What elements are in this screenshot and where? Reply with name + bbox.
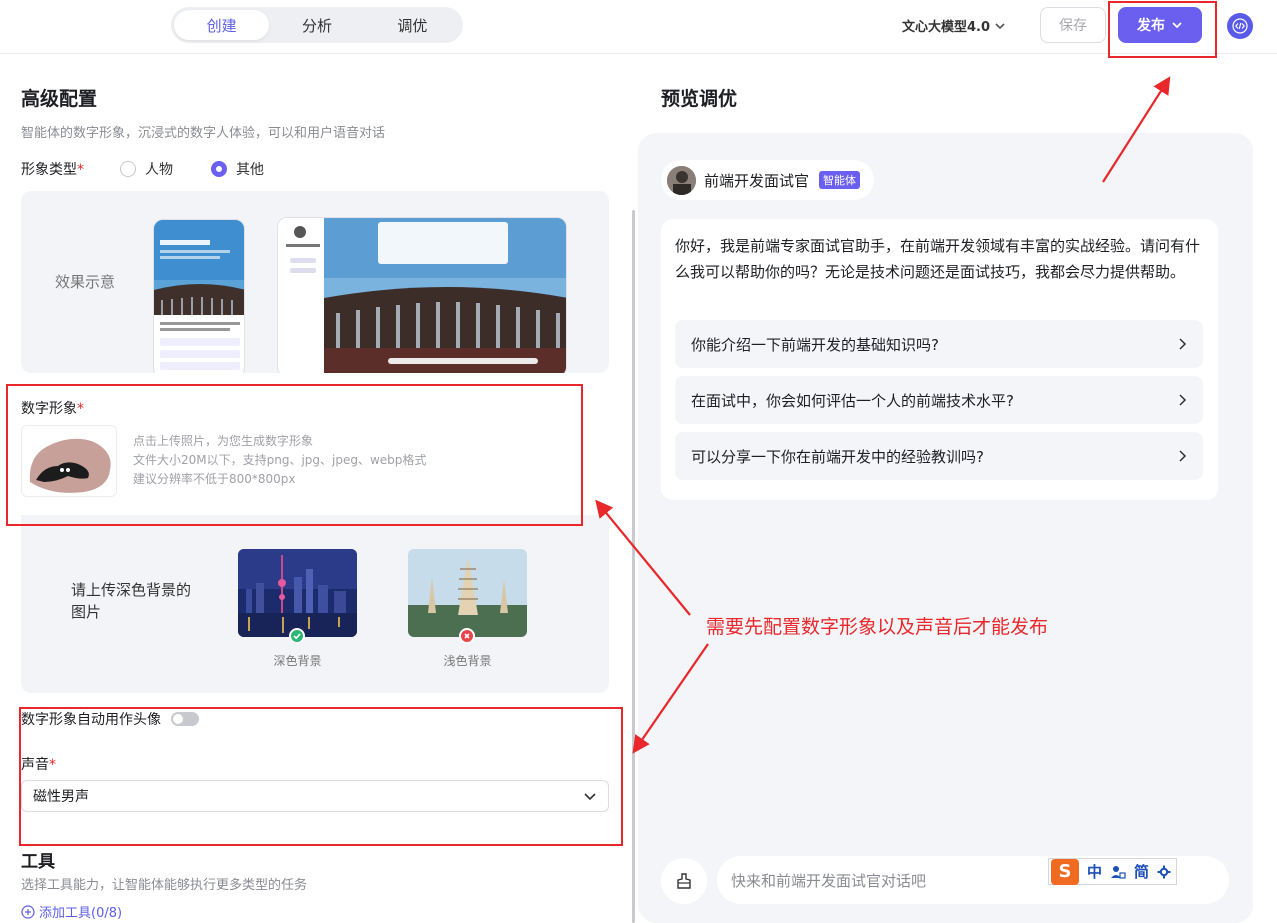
upload-tip-line: 文件大小20M以下，支持png、jpg、jpeg、webp格式 <box>133 453 427 467</box>
config-subtitle: 智能体的数字形象，沉浸式的数字人体验，可以和用户语音对话 <box>21 126 386 141</box>
code-embed-button[interactable] <box>1227 13 1253 39</box>
agent-chip[interactable]: 前端开发面试官 智能体 <box>661 160 875 200</box>
voice-label-text: 声音 <box>21 757 49 773</box>
radio-person-label: 人物 <box>145 162 173 178</box>
tab-analyze[interactable]: 分析 <box>269 10 364 40</box>
dark-bg-caption: 深色背景 <box>273 654 322 668</box>
code-icon <box>1232 18 1248 34</box>
bg-hint: 请上传深色背景的图片 <box>71 581 192 621</box>
required-mark: * <box>77 162 84 178</box>
auto-avatar-label: 数字形象自动用作头像 <box>21 712 161 728</box>
type-label: 形象类型* <box>21 159 84 179</box>
voice-label: 声音* <box>21 754 56 774</box>
clear-chat-button[interactable] <box>661 858 707 904</box>
tab-tune[interactable]: 调优 <box>365 10 460 40</box>
avatar <box>667 165 696 195</box>
config-title: 高级配置 <box>21 88 98 110</box>
background-guide-card: 请上传深色背景的图片 深色背景 浅色背景 <box>21 515 609 693</box>
auto-avatar-toggle[interactable] <box>171 712 199 726</box>
tools-subtitle: 选择工具能力，让智能体能够执行更多类型的任务 <box>21 878 308 893</box>
chat-message-card: 你好，我是前端专家面试官助手，在前端开发领域有丰富的实战经验。请问有什么我可以帮… <box>661 219 1218 500</box>
agent-name: 前端开发面试官 <box>704 171 810 190</box>
mode-tabs: 创建 分析 调优 <box>171 7 463 43</box>
ime-toolbar[interactable]: S 中 简 <box>1048 858 1177 885</box>
digital-label: 数字形象* <box>21 398 84 418</box>
save-button[interactable]: 保存 <box>1040 7 1106 43</box>
ime-logo-icon: S <box>1051 858 1079 885</box>
tools-title: 工具 <box>21 852 55 872</box>
radio-other-label: 其他 <box>236 162 264 178</box>
demo-label: 效果示意 <box>55 273 116 291</box>
ime-user-icon[interactable] <box>1110 864 1126 880</box>
radio-other[interactable]: 其他 <box>211 159 264 179</box>
radio-person[interactable]: 人物 <box>120 159 173 179</box>
voice-value: 磁性男声 <box>33 789 89 805</box>
upload-tip-line: 点击上传照片，为您生成数字形象 <box>133 434 314 448</box>
required-mark: * <box>77 401 84 417</box>
publish-label: 发布 <box>1137 18 1165 34</box>
suggestion-text: 你能介绍一下前端开发的基础知识吗? <box>691 335 939 354</box>
radio-circle <box>120 161 136 177</box>
demo-preview-card: 效果示意 <box>21 191 609 373</box>
close-icon <box>459 628 475 644</box>
agent-tag: 智能体 <box>819 171 861 189</box>
radio-circle-selected <box>211 161 227 177</box>
chevron-down-icon <box>1172 22 1182 29</box>
voice-select[interactable]: 磁性男声 <box>21 780 609 812</box>
dark-bg-example <box>238 549 357 637</box>
light-bg-caption: 浅色背景 <box>443 654 492 668</box>
top-bar: 创建 分析 调优 文心大模型4.0 保存 发布 <box>0 0 1277 54</box>
required-mark: * <box>49 757 56 773</box>
ime-simplified-label[interactable]: 简 <box>1134 861 1149 882</box>
suggestion-item[interactable]: 在面试中，你会如何评估一个人的前端技术水平? <box>675 376 1203 424</box>
add-tool-label: 添加工具(0/8) <box>39 906 123 921</box>
annotation-text: 需要先配置数字形象以及声音后才能发布 <box>706 616 1049 638</box>
auto-avatar-row: 数字形象自动用作头像 <box>21 709 199 729</box>
plus-circle-icon <box>21 904 35 919</box>
suggestion-item[interactable]: 你能介绍一下前端开发的基础知识吗? <box>675 320 1203 368</box>
digital-avatar-image <box>22 426 116 496</box>
ime-mode-label[interactable]: 中 <box>1087 861 1102 882</box>
light-bg-example <box>408 549 527 637</box>
model-selector[interactable]: 文心大模型4.0 <box>902 16 1006 35</box>
upload-tips: 点击上传照片，为您生成数字形象 文件大小20M以下，支持png、jpg、jpeg… <box>133 432 426 489</box>
check-icon <box>289 628 305 644</box>
preview-title: 预览调优 <box>661 88 738 110</box>
laptop-screen-image <box>278 218 566 373</box>
digital-avatar-upload[interactable] <box>21 425 117 497</box>
laptop-mockup <box>277 217 567 373</box>
phone-screen-image <box>154 220 244 373</box>
suggestion-text: 可以分享一下你在前端开发中的经验教训吗? <box>691 447 984 466</box>
digital-label-text: 数字形象 <box>21 401 77 417</box>
publish-button[interactable]: 发布 <box>1118 7 1202 43</box>
add-tool-button[interactable]: 添加工具(0/8) <box>21 902 122 921</box>
type-label-text: 形象类型 <box>21 162 77 178</box>
dark-city-image <box>238 549 357 637</box>
chevron-right-icon <box>1179 394 1187 406</box>
broom-icon <box>677 873 691 889</box>
suggestion-item[interactable]: 可以分享一下你在前端开发中的经验教训吗? <box>675 432 1203 480</box>
model-label: 文心大模型4.0 <box>902 20 991 35</box>
ime-settings-icon[interactable] <box>1157 865 1171 879</box>
suggestion-text: 在面试中，你会如何评估一个人的前端技术水平? <box>691 391 1014 410</box>
greeting-message: 你好，我是前端专家面试官助手，在前端开发领域有丰富的实战经验。请问有什么我可以帮… <box>675 237 1201 281</box>
phone-mockup <box>153 219 245 373</box>
chevron-down-icon <box>584 793 596 801</box>
tab-create[interactable]: 创建 <box>174 10 270 40</box>
chevron-right-icon <box>1179 450 1187 462</box>
chevron-right-icon <box>1179 338 1187 350</box>
scrollbar[interactable] <box>632 210 635 923</box>
upload-tip-line: 建议分辨率不低于800*800px <box>133 472 296 486</box>
light-pagoda-image <box>408 549 527 637</box>
chevron-down-icon <box>995 22 1005 29</box>
